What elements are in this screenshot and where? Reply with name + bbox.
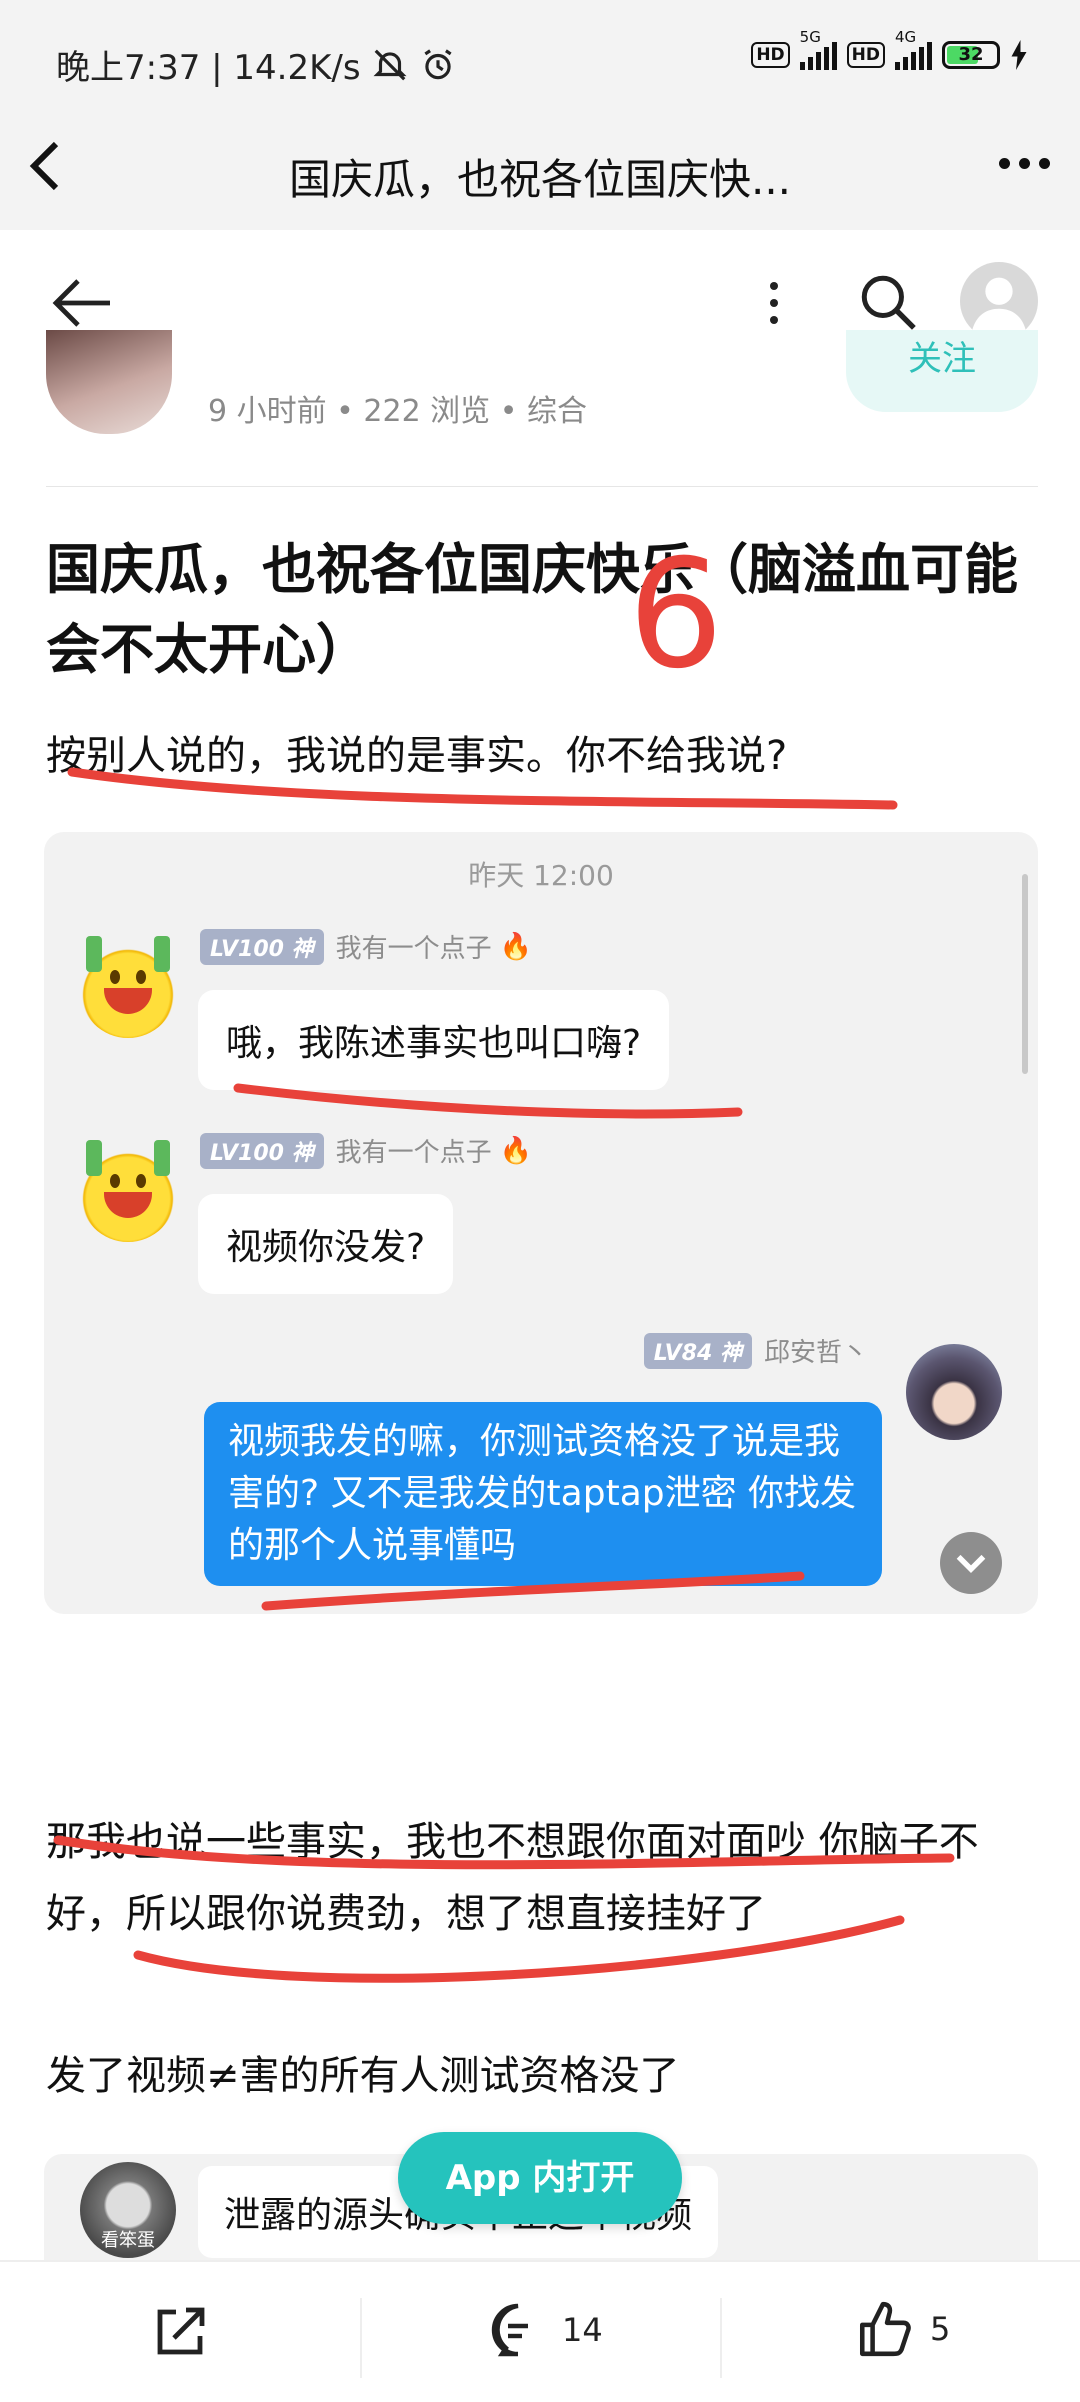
bottom-separator: [720, 2298, 722, 2378]
like-button[interactable]: 5: [854, 2298, 950, 2360]
battery-level: 32: [958, 44, 984, 65]
chat-user-row: LV84 神 邱安哲丶: [643, 1332, 868, 1369]
level-badge: LV100 神: [200, 1132, 324, 1169]
annotation-mark: 6: [628, 528, 724, 702]
thumbs-up-icon: [859, 2301, 911, 2357]
more-options-icon[interactable]: [999, 158, 1050, 169]
chat-user-row: LV100 神 我有一个点子 🔥: [200, 1132, 532, 1169]
chat-bubble-self: 视频我发的嘛，你测试资格没了说是我害的? 又不是我发的taptap泄密 你找发的…: [204, 1402, 882, 1586]
chat-bubble: 视频你没发?: [198, 1194, 454, 1294]
hd-badge: HD: [751, 42, 790, 68]
kebab-menu-icon[interactable]: [770, 282, 778, 324]
status-right: HD 5G HD 4G 32: [751, 28, 1028, 70]
chat-username: 我有一个点子: [335, 1138, 492, 1168]
chat-bubble: 哦，我陈述事实也叫口嗨?: [198, 990, 670, 1090]
bottom-separator: [360, 2298, 362, 2378]
comment-count: 14: [562, 2311, 603, 2349]
scroll-down-button[interactable]: [940, 1532, 1002, 1594]
chevron-down-icon: [956, 1554, 986, 1573]
divider: [46, 486, 1038, 487]
chat-avatar: [80, 936, 176, 1038]
post-paragraph-3: 发了视频≠害的所有人测试资格没了: [46, 2053, 680, 2099]
browser-title: 国庆瓜，也祝各位国庆快...: [288, 155, 792, 204]
like-count: 5: [930, 2310, 951, 2348]
quote-avatar-label: 看笨蛋: [101, 2230, 155, 2251]
post-meta: 9 小时前 • 222 浏览 • 综合: [208, 394, 587, 429]
post-paragraph-1: 按别人说的，我说的是事实。你不给我说?: [46, 733, 788, 779]
chat-avatar: [80, 1140, 176, 1242]
chat-user-row: LV100 神 我有一个点子 🔥: [200, 928, 532, 965]
status-time-speed: 晚上7:37 | 14.2K/s: [56, 48, 361, 88]
quote-avatar: 看笨蛋: [80, 2162, 176, 2258]
follow-button[interactable]: 关注: [846, 330, 1038, 412]
user-avatar[interactable]: [960, 262, 1038, 340]
chat-timestamp: 昨天 12:00: [468, 859, 614, 892]
scrollbar: [1022, 874, 1028, 1074]
open-in-app-button[interactable]: App 内打开: [398, 2132, 682, 2224]
search-icon[interactable]: [856, 270, 918, 332]
status-left: 晚上7:37 | 14.2K/s: [56, 40, 457, 89]
chat-screenshot[interactable]: 昨天 12:00 LV100 神 我有一个点子 🔥 哦，我陈述事实也叫口嗨? L…: [44, 832, 1038, 1614]
bell-muted-icon: [373, 49, 407, 80]
fire-icon: 🔥: [499, 1135, 532, 1166]
network-5g-label: 5G: [799, 28, 821, 46]
hd-badge-2: HD: [846, 42, 885, 68]
charging-icon: [1011, 40, 1027, 70]
chat-username: 我有一个点子: [335, 934, 492, 964]
person-icon: [971, 277, 1027, 333]
level-badge: LV84 神: [643, 1332, 752, 1369]
comment-icon: [491, 2303, 528, 2357]
network-4g-label: 4G: [895, 28, 917, 46]
post-paragraph-2: 那我也说一些事实，我也不想跟你面对面吵 你脑子不好，所以跟你说费劲，想了想直接挂…: [46, 1819, 979, 1937]
post-title: 国庆瓜，也祝各位国庆快乐（脑溢血可能会不太开心）: [46, 538, 1018, 681]
alarm-icon: [424, 48, 452, 79]
battery-icon: 32: [942, 41, 1000, 69]
comment-button[interactable]: 14: [488, 2300, 603, 2360]
chat-avatar-self: [906, 1344, 1002, 1440]
level-badge: LV100 神: [200, 928, 324, 965]
fire-icon: 🔥: [499, 931, 532, 962]
signal-4g-icon: 4G: [895, 28, 932, 70]
author-avatar[interactable]: [46, 330, 172, 434]
chat-username: 邱安哲丶: [763, 1338, 868, 1368]
signal-5g-icon: 5G: [799, 28, 837, 70]
back-arrow-icon[interactable]: [52, 276, 112, 330]
share-icon[interactable]: [150, 2302, 210, 2362]
